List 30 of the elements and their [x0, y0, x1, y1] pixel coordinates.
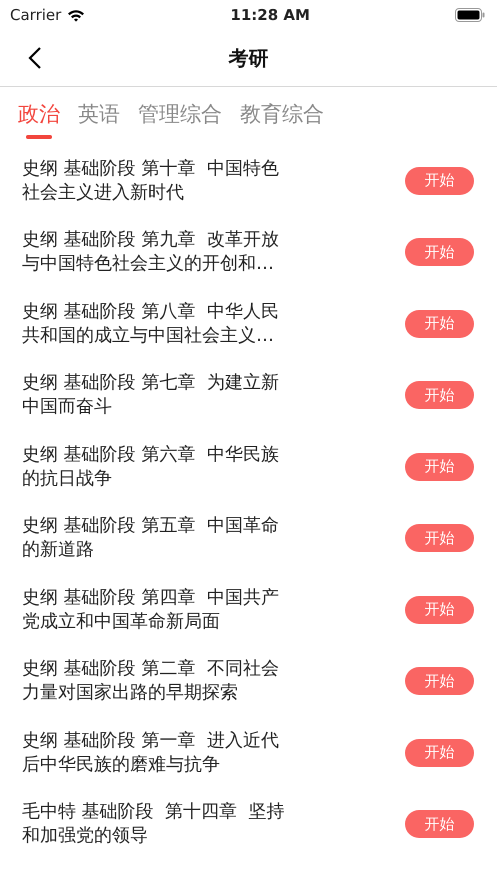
- page-title: 考研: [228, 44, 268, 72]
- category-tab[interactable]: 管理综合: [138, 99, 222, 139]
- lesson-title: 史纲 基础阶段 第九章 改革开放与中国特色社会主义的开创和…: [22, 228, 280, 276]
- lesson-title: 史纲 基础阶段 第五章 中国革命的新道路: [22, 514, 280, 562]
- lesson-title: 史纲 基础阶段 第二章 不同社会力量对国家出路的早期探索: [22, 657, 280, 706]
- category-tab[interactable]: 英语: [78, 99, 120, 139]
- lesson-title: 史纲 基础阶段 第十章 中国特色社会主义进入新时代: [22, 156, 280, 205]
- lesson-title: 史纲 基础阶段 第四章 中国共产党成立和中国革命新局面: [22, 586, 280, 634]
- start-button[interactable]: 开始: [405, 667, 474, 696]
- start-button[interactable]: 开始: [405, 238, 474, 266]
- lesson-title: 史纲 基础阶段 第六章 中华民族的抗日战争: [22, 442, 280, 491]
- start-button[interactable]: 开始: [405, 452, 474, 481]
- start-button[interactable]: 开始: [405, 166, 474, 195]
- start-button[interactable]: 开始: [405, 310, 474, 338]
- start-button[interactable]: 开始: [405, 524, 474, 552]
- start-button[interactable]: 开始: [405, 738, 474, 767]
- start-button[interactable]: 开始: [405, 810, 474, 838]
- battery-icon: [454, 8, 485, 22]
- lesson-title: 史纲 基础阶段 第八章 中华人民共和国的成立与中国社会主义…: [22, 300, 280, 348]
- status-time: 11:28 AM: [230, 6, 310, 24]
- start-button[interactable]: 开始: [405, 596, 474, 624]
- back-icon[interactable]: [28, 46, 42, 70]
- wifi-icon: [67, 8, 86, 22]
- lesson-title: 毛中特 基础阶段 第十四章 坚持和加强党的领导: [22, 800, 286, 848]
- lesson-title: 史纲 基础阶段 第七章 为建立新中国而奋斗: [22, 371, 280, 420]
- lesson-title: 史纲 基础阶段 第一章 进入近代后中华民族的磨难与抗争: [22, 728, 280, 777]
- category-tab[interactable]: 政治: [18, 99, 60, 139]
- start-button[interactable]: 开始: [405, 381, 474, 410]
- category-tab[interactable]: 教育综合: [240, 99, 324, 139]
- carrier-label: Carrier: [10, 6, 62, 24]
